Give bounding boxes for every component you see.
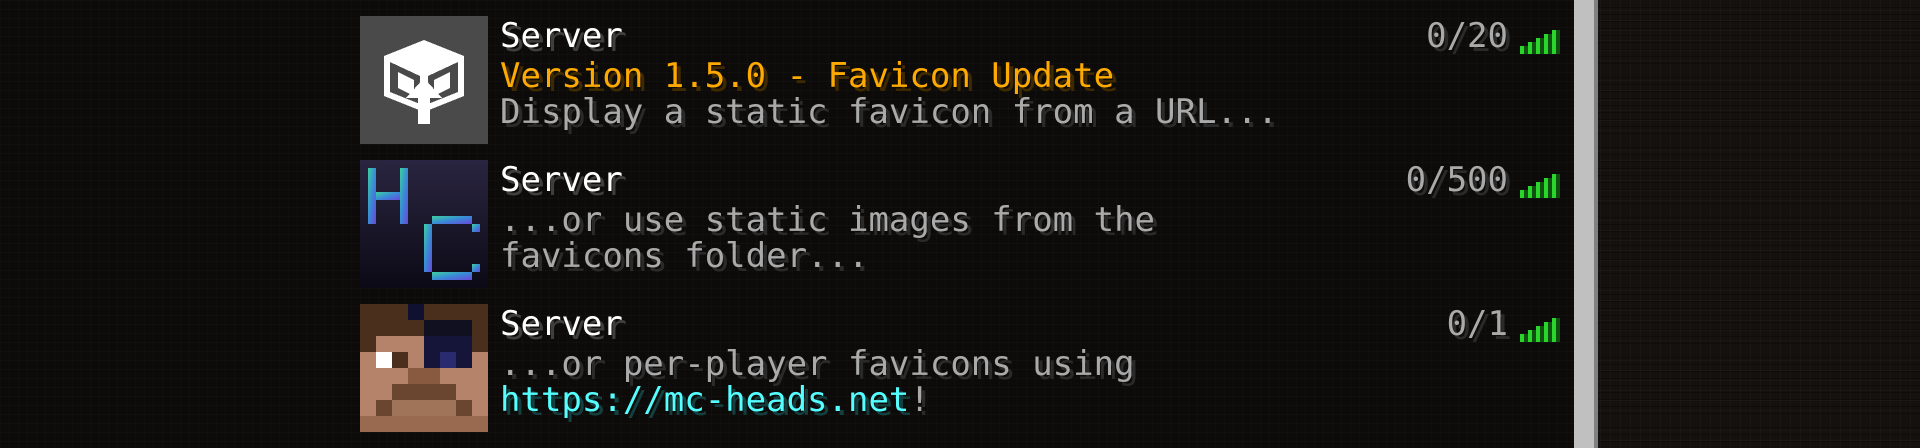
server-motd: Version 1.5.0 - Favicon Update Display a… bbox=[500, 58, 1278, 130]
ping-bars-icon bbox=[1520, 174, 1560, 198]
server-motd: ...or per-player favicons using https://… bbox=[500, 346, 1135, 418]
server-motd: ...or use static images from the favicon… bbox=[500, 202, 1155, 274]
server-entry[interactable]: Server Version 1.5.0 - Favicon Update Di… bbox=[360, 16, 1560, 146]
server-name: Server bbox=[500, 16, 623, 56]
server-entry[interactable]: Server ...or per-player favicons using h… bbox=[360, 304, 1560, 434]
player-head-icon bbox=[360, 304, 488, 432]
box-logo-icon bbox=[360, 16, 488, 144]
scrollbar-thumb[interactable] bbox=[1574, 0, 1598, 448]
motd-line-1: Version 1.5.0 - Favicon Update bbox=[500, 56, 1115, 96]
server-list: Server Version 1.5.0 - Favicon Update Di… bbox=[0, 0, 1574, 448]
server-entry[interactable]: Server ...or use static images from the … bbox=[360, 160, 1560, 290]
server-name: Server bbox=[500, 304, 623, 344]
motd-line-2: favicons folder... bbox=[500, 236, 869, 276]
player-count: 0/500 bbox=[1405, 160, 1508, 200]
player-count: 0/20 bbox=[1426, 16, 1508, 56]
motd-line-1: ...or per-player favicons using bbox=[500, 344, 1135, 384]
motd-line-2: Display a static favicon from a URL... bbox=[500, 92, 1278, 132]
server-name: Server bbox=[500, 160, 623, 200]
player-count: 0/1 bbox=[1446, 304, 1508, 344]
motd-line-1: ...or use static images from the bbox=[500, 200, 1156, 240]
motd-link-suffix: ! bbox=[909, 380, 930, 420]
motd-line-2: https://mc-heads.net! bbox=[500, 382, 1135, 418]
ping-bars-icon bbox=[1520, 318, 1560, 342]
hc-logo-icon bbox=[360, 160, 488, 288]
ping-bars-icon bbox=[1520, 30, 1560, 54]
motd-link[interactable]: https://mc-heads.net bbox=[500, 380, 909, 420]
